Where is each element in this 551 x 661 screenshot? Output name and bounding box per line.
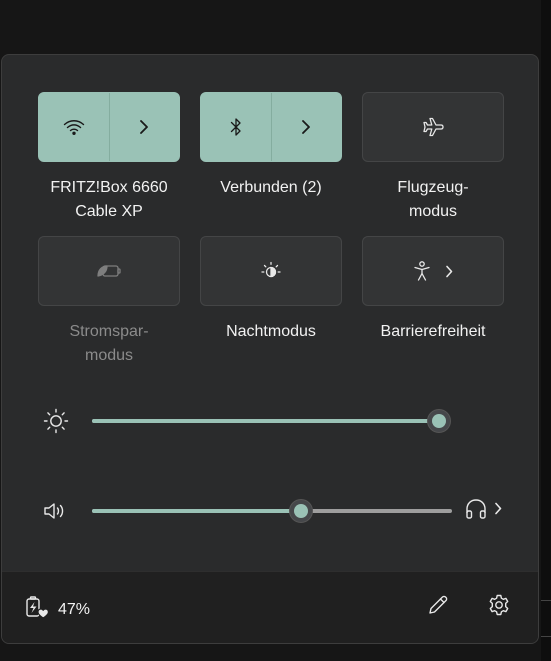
wifi-label-line1: FRITZ!Box 6660 xyxy=(50,179,168,196)
edit-quick-settings-button[interactable] xyxy=(421,590,455,624)
battery-saver-label: Stromspar- modus xyxy=(38,320,180,368)
pencil-icon xyxy=(427,594,449,621)
bluetooth-tile xyxy=(200,92,342,162)
accessibility-icon xyxy=(413,260,431,282)
battery-saver-label-line2: modus xyxy=(84,347,134,364)
airplane-mode-tile[interactable] xyxy=(362,92,504,162)
background-line xyxy=(541,636,551,637)
wifi-toggle-button[interactable] xyxy=(39,93,109,161)
gear-icon xyxy=(487,593,511,622)
wifi-label-line2: Cable XP xyxy=(75,203,143,220)
brightness-slider-thumb[interactable] xyxy=(427,409,451,433)
volume-slider-track[interactable] xyxy=(92,509,452,513)
quick-settings-panel: FRITZ!Box 6660 Cable XP Verbunden (2) Fl… xyxy=(1,54,539,644)
volume-slider-fill xyxy=(92,509,301,513)
battery-saver-tile[interactable] xyxy=(38,236,180,306)
airplane-icon xyxy=(422,117,444,137)
accessibility-tile[interactable] xyxy=(362,236,504,306)
volume-slider-row xyxy=(2,491,538,531)
night-light-tile[interactable] xyxy=(200,236,342,306)
battery-saver-label-line1: Stromspar- xyxy=(69,323,149,340)
chevron-right-icon xyxy=(139,119,149,135)
speaker-icon[interactable] xyxy=(38,491,70,531)
quick-settings-footer: 47% xyxy=(2,571,538,643)
brightness-slider-thumb-dot xyxy=(432,414,446,428)
battery-status[interactable]: 47% xyxy=(24,594,90,625)
chevron-right-icon xyxy=(494,502,502,520)
wifi-expand-button[interactable] xyxy=(110,93,180,161)
volume-slider-thumb[interactable] xyxy=(288,499,313,523)
bluetooth-label: Verbunden (2) xyxy=(220,179,322,196)
settings-button[interactable] xyxy=(482,590,516,624)
brightness-slider-fill xyxy=(92,419,439,423)
brightness-icon xyxy=(40,401,72,441)
night-light-label: Nachtmodus xyxy=(226,323,316,340)
chevron-right-icon xyxy=(301,119,311,135)
night-light-icon xyxy=(260,260,282,282)
audio-output-button[interactable] xyxy=(464,491,510,531)
battery-saver-icon xyxy=(96,263,122,279)
wifi-tile xyxy=(38,92,180,162)
bluetooth-toggle-button[interactable] xyxy=(201,93,271,161)
airplane-mode-label-line1: Flugzeug- xyxy=(397,179,469,196)
brightness-slider-track[interactable] xyxy=(92,419,439,423)
brightness-slider-row xyxy=(2,401,538,441)
background-line xyxy=(541,600,551,601)
background-edge xyxy=(541,0,551,661)
battery-percent: 47% xyxy=(58,600,91,618)
wifi-label: FRITZ!Box 6660 Cable XP xyxy=(38,176,180,224)
accessibility-label: Barrierefreiheit xyxy=(380,323,486,340)
headphones-icon xyxy=(464,498,488,525)
airplane-mode-label: Flugzeug- modus xyxy=(362,176,504,224)
chevron-right-icon xyxy=(445,265,453,278)
volume-slider-thumb-dot xyxy=(293,504,308,518)
battery-charging-icon xyxy=(24,594,52,625)
bluetooth-expand-button[interactable] xyxy=(272,93,342,161)
wifi-icon xyxy=(63,118,85,136)
airplane-mode-label-line2: modus xyxy=(408,203,458,220)
bluetooth-icon xyxy=(229,117,243,137)
